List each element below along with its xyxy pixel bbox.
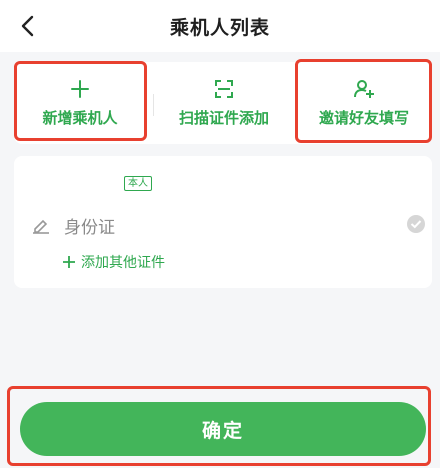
- back-button[interactable]: [14, 12, 42, 40]
- invite-friend-label: 邀请好友填写: [318, 108, 409, 127]
- confirm-button[interactable]: 确定: [20, 402, 426, 456]
- invite-friend-button[interactable]: 邀请好友填写: [298, 62, 430, 144]
- add-passenger-button[interactable]: 新增乘机人: [14, 62, 146, 144]
- plus-icon: [63, 256, 75, 268]
- check-circle-icon[interactable]: [406, 214, 426, 234]
- add-passenger-label: 新增乘机人: [42, 108, 118, 127]
- top-bar: 乘机人列表: [0, 0, 440, 52]
- add-passenger-actions: 新增乘机人 扫描证件添加 邀请好友填写: [14, 62, 432, 144]
- edit-icon[interactable]: [32, 218, 50, 234]
- id-type-row[interactable]: 身份证: [32, 212, 426, 240]
- user-add-icon: [354, 79, 374, 98]
- scan-icon: [215, 79, 233, 98]
- chevron-left-icon: [21, 15, 34, 37]
- id-type-label: 身份证: [64, 218, 115, 238]
- add-other-id-link[interactable]: 添加其他证件: [62, 252, 165, 272]
- passenger-card[interactable]: 本人 身份证 添加其他证件: [14, 156, 432, 288]
- page-title: 乘机人列表: [169, 16, 270, 39]
- scan-id-button[interactable]: 扫描证件添加: [154, 62, 294, 144]
- add-other-id-label: 添加其他证件: [81, 255, 165, 271]
- self-badge: 本人: [124, 176, 152, 191]
- plus-icon: [71, 79, 89, 98]
- scan-id-label: 扫描证件添加: [178, 108, 269, 127]
